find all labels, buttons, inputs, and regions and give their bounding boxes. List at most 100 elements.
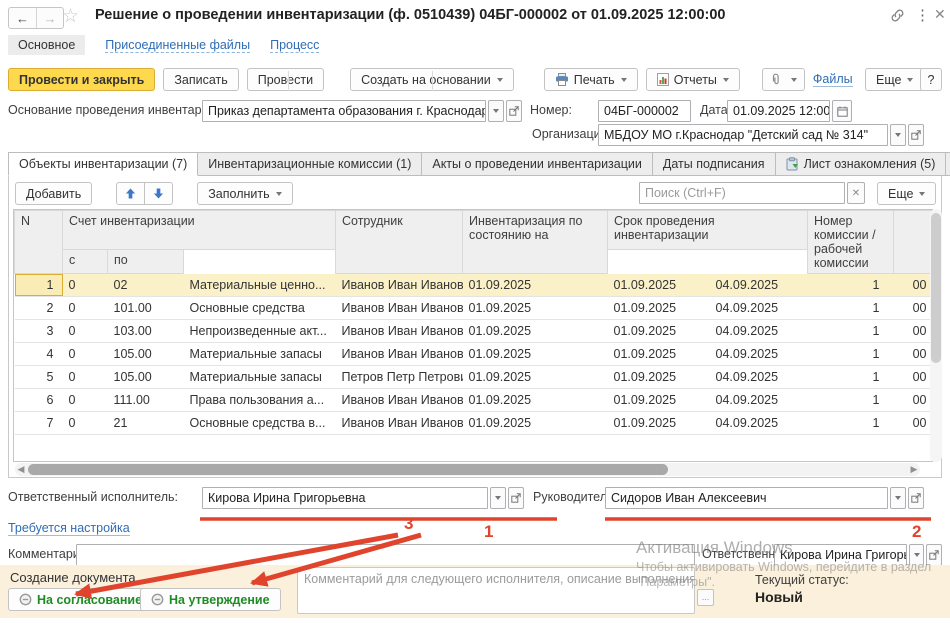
tab-familiarization[interactable]: Лист ознакомления (5) — [776, 152, 947, 176]
toolbar-separator — [432, 71, 433, 91]
table-row[interactable]: 7021Основные средства в...Иванов Иван Ив… — [15, 412, 933, 435]
search-input[interactable]: Поиск (Ctrl+F) — [639, 182, 845, 204]
tab-approval-sheet[interactable]: Лист согласования — [946, 152, 950, 176]
page-tabs: Объекты инвентаризации (7) Инвентаризаци… — [8, 152, 950, 176]
expand-comment-button[interactable]: … — [697, 589, 714, 606]
settings-required-link[interactable]: Требуется настройка — [8, 521, 130, 536]
tab-commissions[interactable]: Инвентаризационные комиссии (1) — [198, 152, 422, 176]
number-input[interactable]: 04БГ-000002 — [598, 100, 691, 122]
executor-dropdown-button[interactable] — [490, 487, 506, 509]
favorite-star-icon[interactable]: ☆ — [62, 5, 79, 28]
fill-button[interactable]: Заполнить — [197, 182, 292, 205]
help-button[interactable]: ? — [920, 68, 942, 91]
responsible-open-button[interactable] — [926, 544, 942, 566]
back-button[interactable]: ← — [9, 8, 36, 28]
vertical-scrollbar[interactable] — [930, 209, 942, 462]
responsible-input[interactable]: Кирова Ирина Григорьевн — [774, 544, 907, 566]
organization-input[interactable]: МБДОУ МО г.Краснодар "Детский сад № 314" — [598, 124, 888, 146]
task-comment-input[interactable]: Комментарий для следующего исполнителя, … — [297, 567, 695, 614]
basis-input[interactable]: Приказ департамента образования г. Красн… — [202, 100, 486, 122]
inventory-table: N Счет инвентаризации Сотрудник Инвентар… — [13, 209, 933, 462]
open-form-icon — [911, 130, 921, 140]
col-commission[interactable]: Номер комиссии / рабочей комиссии — [808, 211, 894, 274]
tab-acts[interactable]: Акты о проведении инвентаризации — [422, 152, 653, 176]
col-n[interactable]: N — [15, 211, 63, 274]
annotation-number-2: 2 — [912, 522, 921, 541]
search-clear-button[interactable]: ✕ — [847, 182, 865, 204]
manager-dropdown-button[interactable] — [890, 487, 906, 509]
chevron-down-icon — [276, 192, 282, 196]
basis-dropdown-button[interactable] — [488, 100, 504, 122]
nav-tab-main[interactable]: Основное — [8, 35, 85, 55]
nav-tab-process[interactable]: Процесс — [270, 38, 319, 53]
forward-button[interactable]: → — [36, 8, 63, 28]
open-form-icon — [911, 493, 921, 503]
printer-icon — [555, 73, 569, 86]
toolbar-more-button[interactable]: Еще — [865, 68, 924, 91]
search-area: Поиск (Ctrl+F) ✕ — [639, 182, 865, 204]
report-icon — [657, 73, 669, 86]
close-icon[interactable]: ✕ — [934, 6, 946, 23]
executor-label: Ответственный исполнитель: — [8, 490, 178, 504]
close-icon: ✕ — [852, 188, 860, 199]
col-employee[interactable]: Сотрудник — [336, 211, 463, 274]
executor-open-button[interactable] — [508, 487, 524, 509]
responsible-dropdown-button[interactable] — [909, 544, 924, 566]
col-from[interactable]: с — [63, 250, 108, 274]
more-menu-icon[interactable]: ⋮ — [915, 6, 930, 24]
scroll-right-arrow-icon[interactable]: ▶ — [908, 463, 920, 476]
col-as-of[interactable]: Инвентаризация по состоянию на — [463, 211, 608, 274]
move-up-button[interactable] — [116, 182, 145, 205]
tab-inventory-objects[interactable]: Объекты инвентаризации (7) — [8, 152, 198, 176]
copy-link-icon[interactable] — [890, 8, 905, 26]
nav-tab-attached-files[interactable]: Присоединенные файлы — [105, 38, 250, 53]
date-input[interactable]: 01.09.2025 12:00:00 — [727, 100, 830, 122]
table-row[interactable]: 30103.00Непроизведенные акт...Иванов Ива… — [15, 320, 933, 343]
annotation-number-1: 1 — [484, 522, 493, 541]
save-button[interactable]: Записать — [163, 68, 238, 91]
chevron-down-icon — [497, 78, 503, 82]
horizontal-scrollbar[interactable]: ◀ ▶ — [15, 463, 920, 476]
files-link[interactable]: Файлы — [813, 72, 853, 87]
action-circle-icon — [19, 593, 32, 606]
vertical-scrollbar-thumb[interactable] — [931, 213, 941, 363]
inventory-objects-panel: Добавить Заполнить Поиск (Ctrl+F) ✕ Еще — [8, 175, 942, 478]
send-to-confirmation-button[interactable]: На утверждение — [140, 588, 281, 611]
table-more-button[interactable]: Еще — [877, 182, 936, 205]
chevron-down-icon — [919, 192, 925, 196]
manager-input[interactable]: Сидоров Иван Алексеевич — [605, 487, 888, 509]
open-form-icon — [511, 493, 521, 503]
chevron-down-icon — [895, 496, 901, 500]
post-button[interactable]: Провести — [247, 68, 324, 91]
add-row-button[interactable]: Добавить — [15, 182, 92, 205]
attachments-button[interactable] — [762, 68, 805, 91]
calendar-icon — [837, 106, 848, 117]
tab-sign-dates[interactable]: Даты подписания — [653, 152, 776, 176]
current-status-label: Текущий статус: — [755, 573, 849, 587]
comment-input[interactable] — [76, 544, 695, 566]
move-down-button[interactable] — [145, 182, 173, 205]
chevron-down-icon — [791, 78, 797, 82]
page-title: Решение о проведении инвентаризации (ф. … — [95, 7, 725, 23]
horizontal-scrollbar-thumb[interactable] — [28, 464, 668, 475]
scroll-left-arrow-icon[interactable]: ◀ — [15, 463, 27, 476]
col-to[interactable]: по — [108, 250, 184, 274]
table-row[interactable]: 40105.00Материальные запасыИванов Иван И… — [15, 343, 933, 366]
table-row[interactable]: 60111.00Права пользования а...Иванов Ива… — [15, 389, 933, 412]
post-and-close-button[interactable]: Провести и закрыть — [8, 68, 155, 91]
1c-document-window: ← → ☆ Решение о проведении инвентаризаци… — [0, 0, 950, 623]
basis-open-button[interactable] — [506, 100, 522, 122]
date-calendar-button[interactable] — [832, 100, 852, 122]
executor-input[interactable]: Кирова Ирина Григорьевна — [202, 487, 488, 509]
table-row[interactable]: 50105.00Материальные запасыПетров Петр П… — [15, 366, 933, 389]
col-account[interactable]: Счет инвентаризации — [63, 211, 336, 250]
manager-open-button[interactable] — [908, 487, 924, 509]
organization-dropdown-button[interactable] — [890, 124, 906, 146]
col-period[interactable]: Срок проведения инвентаризации — [608, 211, 808, 250]
table-row[interactable]: 1002Материальные ценно...Иванов Иван Ива… — [15, 274, 933, 297]
organization-open-button[interactable] — [908, 124, 924, 146]
table-row[interactable]: 20101.00Основные средстваИванов Иван Ива… — [15, 297, 933, 320]
send-to-approval-button[interactable]: На согласование — [8, 588, 153, 611]
reports-button[interactable]: Отчеты — [646, 68, 740, 91]
print-button[interactable]: Печать — [544, 68, 638, 91]
